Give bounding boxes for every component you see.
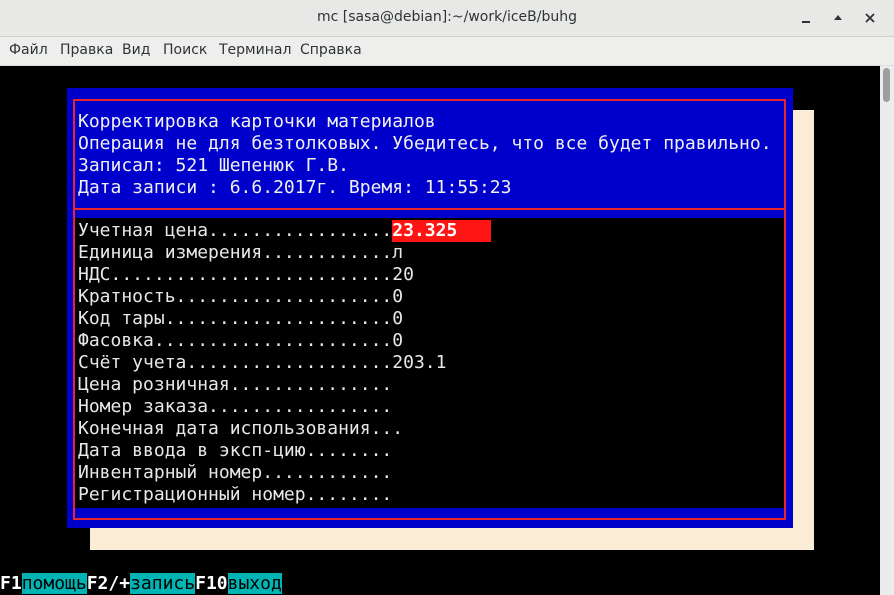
window-title: mc [sasa@debian]:~/work/iceB/buhg bbox=[317, 9, 577, 25]
field-row[interactable]: Единица измерения............л bbox=[78, 242, 403, 264]
field-row[interactable]: Номер заказа................. bbox=[78, 396, 392, 418]
scrollbar-thumb[interactable] bbox=[883, 68, 890, 102]
field-input[interactable]: 0 bbox=[392, 286, 403, 307]
field-row[interactable]: Дата ввода в эксп-цию........ bbox=[78, 440, 392, 462]
field-label: Единица измерения............ bbox=[78, 242, 393, 263]
fields-panel: Учетная цена.................23.325 Един… bbox=[75, 218, 784, 508]
field-label: Номер заказа................. bbox=[78, 396, 393, 417]
material-card-dialog: Корректировка карточки материалов Операц… bbox=[67, 88, 793, 528]
dialog-title: Корректировка карточки материалов bbox=[78, 111, 436, 132]
field-label: Кратность.................... bbox=[78, 286, 393, 307]
field-label: Фасовка...................... bbox=[78, 330, 393, 351]
fkey-f1[interactable]: F1 bbox=[0, 573, 22, 594]
close-icon bbox=[865, 13, 875, 23]
window-titlebar[interactable]: mc [sasa@debian]:~/work/iceB/buhg bbox=[0, 0, 894, 37]
field-label: Счёт учета................... bbox=[78, 352, 393, 373]
field-label: Учетная цена................. bbox=[78, 220, 393, 241]
menu-search[interactable]: Поиск bbox=[163, 42, 207, 58]
field-input[interactable]: л bbox=[392, 242, 403, 263]
terminal-scrollbar[interactable] bbox=[880, 66, 894, 595]
fkey-save-label[interactable]: запись bbox=[130, 573, 196, 594]
maximize-button[interactable] bbox=[828, 8, 848, 28]
function-key-bar: F1помощьF2/+записьF10выход bbox=[0, 573, 282, 595]
field-label: Код тары..................... bbox=[78, 308, 393, 329]
menu-view[interactable]: Вид bbox=[122, 42, 150, 58]
field-row[interactable]: Конечная дата использования... bbox=[78, 418, 403, 440]
minimize-icon bbox=[802, 21, 810, 23]
field-row[interactable]: Регистрационный номер........ bbox=[78, 484, 392, 506]
field-input[interactable]: 203.1 bbox=[392, 352, 446, 373]
field-label: Дата ввода в эксп-цию........ bbox=[78, 440, 393, 461]
field-label: Конечная дата использования... bbox=[78, 418, 404, 439]
field-label: Цена розничная............... bbox=[78, 374, 393, 395]
dialog-warning: Операция не для безтолковых. Убедитесь, … bbox=[78, 133, 772, 154]
field-row[interactable]: Инвентарный номер............ bbox=[78, 462, 392, 484]
field-row[interactable]: Счёт учета...................203.1 bbox=[78, 352, 446, 374]
menubar: Файл Правка Вид Поиск Терминал Справка bbox=[0, 37, 894, 66]
field-row[interactable]: Код тары.....................0 bbox=[78, 308, 403, 330]
minimize-button[interactable] bbox=[796, 8, 816, 28]
field-label: НДС.......................... bbox=[78, 264, 393, 285]
field-input[interactable]: 20 bbox=[392, 264, 414, 285]
menu-file[interactable]: Файл bbox=[9, 42, 48, 58]
fkey-f10[interactable]: F10 bbox=[195, 573, 228, 594]
menu-help[interactable]: Справка bbox=[300, 42, 362, 58]
field-input[interactable]: 0 bbox=[392, 330, 403, 351]
menu-terminal[interactable]: Терминал bbox=[219, 42, 291, 58]
dialog-record-date: Дата записи : 6.6.2017г. Время: 11:55:23 bbox=[78, 177, 512, 198]
field-row[interactable]: Учетная цена.................23.325 bbox=[78, 220, 492, 242]
dialog-author: Записал: 521 Шепенюк Г.В. bbox=[78, 155, 349, 176]
field-label: Регистрационный номер........ bbox=[78, 484, 393, 505]
field-row[interactable]: Цена розничная............... bbox=[78, 374, 392, 396]
field-input[interactable]: 0 bbox=[392, 308, 403, 329]
dialog-separator bbox=[73, 208, 786, 210]
fkey-f2[interactable]: F2/+ bbox=[87, 573, 130, 594]
field-row[interactable]: НДС..........................20 bbox=[78, 264, 414, 286]
maximize-icon bbox=[834, 15, 842, 20]
fkey-exit-label[interactable]: выход bbox=[227, 573, 282, 594]
field-row[interactable]: Фасовка......................0 bbox=[78, 330, 403, 352]
fkey-help-label[interactable]: помощь bbox=[21, 573, 87, 594]
field-row[interactable]: Кратность....................0 bbox=[78, 286, 403, 308]
close-button[interactable] bbox=[860, 8, 880, 28]
field-label: Инвентарный номер............ bbox=[78, 462, 393, 483]
field-input-active[interactable]: 23.325 bbox=[392, 220, 492, 242]
menu-edit[interactable]: Правка bbox=[60, 42, 113, 58]
